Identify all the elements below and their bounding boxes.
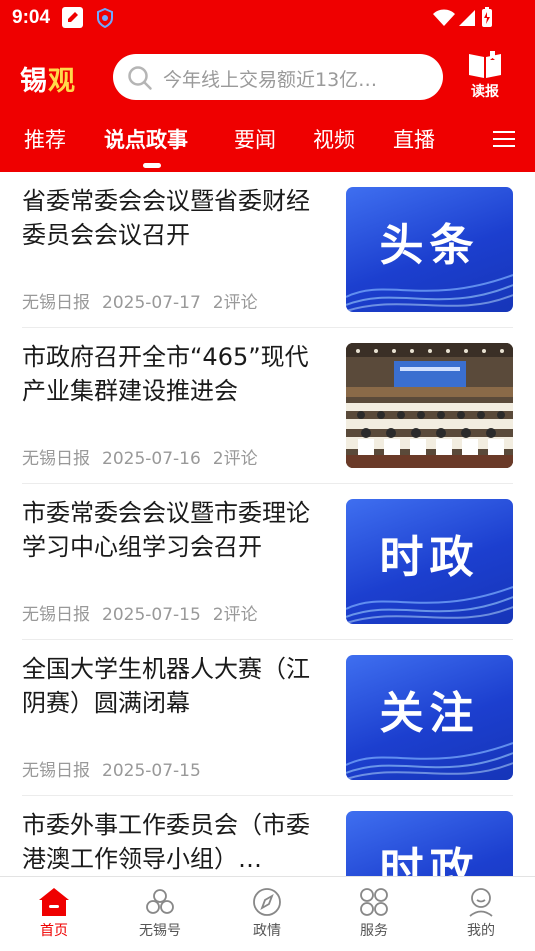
- services-grid-icon: [360, 888, 388, 916]
- status-time: 9:04: [12, 7, 51, 28]
- active-tab-indicator: [143, 163, 161, 168]
- channel-tabs: 推荐 说点政事 要闻 视频 直播: [0, 122, 535, 172]
- bottom-navigation: 首页 无锡号 政情 服务 我的: [0, 876, 535, 951]
- app-logo: 锡观: [20, 59, 76, 98]
- app-header: 9:04 锡观 今年线上交易额近13亿… 读报 推荐 说点政事 要闻 视频 直播: [0, 0, 535, 172]
- news-title[interactable]: 市委常委会会议暨市委理论学习中心组学习会召开: [22, 496, 327, 564]
- news-item[interactable]: 市委外事工作委员会（市委港澳工作领导小组）… 时政: [22, 796, 513, 876]
- meeting-photo-thumbnail[interactable]: [346, 343, 513, 468]
- status-bar: 9:04: [0, 0, 535, 36]
- news-title[interactable]: 全国大学生机器人大赛（江阴赛）圆满闭幕: [22, 652, 327, 720]
- news-meta: 无锡日报 2025-07-15 2评论: [22, 600, 270, 625]
- news-source: 无锡日报: [22, 605, 90, 625]
- news-item[interactable]: 全国大学生机器人大赛（江阴赛）圆满闭幕 无锡日报 2025-07-15 关注: [22, 640, 513, 796]
- meeting-photo: [346, 343, 513, 468]
- tab-live[interactable]: 直播: [393, 124, 435, 154]
- search-bar[interactable]: 今年线上交易额近13亿…: [113, 54, 443, 100]
- wave-decoration: [346, 274, 513, 312]
- news-date: 2025-07-15: [102, 605, 201, 625]
- nav-home-label: 首页: [40, 923, 68, 939]
- news-meta: 无锡日报 2025-07-16 2评论: [22, 444, 270, 469]
- news-thumbnail[interactable]: 时政: [346, 499, 513, 624]
- search-placeholder[interactable]: 今年线上交易额近13亿…: [163, 65, 427, 92]
- nav-politics[interactable]: 政情: [227, 887, 307, 940]
- nav-services[interactable]: 服务: [334, 887, 414, 940]
- compass-icon: [253, 888, 281, 916]
- tab-politics[interactable]: 说点政事: [104, 124, 188, 154]
- news-title[interactable]: 市委外事工作委员会（市委港澳工作领导小组）…: [22, 808, 327, 876]
- home-icon: [39, 888, 69, 916]
- wuxi-hao-icon: [146, 889, 174, 914]
- news-date: 2025-07-16: [102, 449, 201, 469]
- nav-wuxi-hao[interactable]: 无锡号: [120, 887, 200, 940]
- news-item[interactable]: 省委常委会会议暨省委财经委员会会议召开 无锡日报 2025-07-17 2评论 头条: [22, 172, 513, 328]
- logo-char-2: 观: [48, 66, 76, 97]
- channel-menu-icon[interactable]: [493, 129, 515, 149]
- tab-recommend[interactable]: 推荐: [24, 124, 66, 154]
- read-newspaper-label: 读报: [471, 84, 499, 100]
- news-list: 省委常委会会议暨省委财经委员会会议召开 无锡日报 2025-07-17 2评论 头条…: [0, 172, 535, 876]
- news-date: 2025-07-17: [102, 293, 201, 313]
- tab-video[interactable]: 视频: [313, 124, 355, 154]
- thumbnail-caption: 时政: [379, 844, 480, 876]
- logo-char-1: 锡: [20, 66, 48, 97]
- open-book-icon: [469, 51, 501, 78]
- shield-notification-icon: [97, 8, 113, 28]
- news-thumbnail[interactable]: 头条: [346, 187, 513, 312]
- nav-services-label: 服务: [360, 923, 388, 939]
- nav-home[interactable]: 首页: [14, 887, 94, 940]
- read-newspaper-button[interactable]: 读报: [462, 51, 508, 107]
- wave-decoration: [346, 742, 513, 780]
- news-thumbnail[interactable]: 时政: [346, 811, 513, 876]
- search-icon: [128, 66, 152, 90]
- news-meta: 无锡日报 2025-07-15: [22, 756, 213, 781]
- news-source: 无锡日报: [22, 293, 90, 313]
- news-title[interactable]: 省委常委会会议暨省委财经委员会会议召开: [22, 184, 327, 252]
- news-comments: 2评论: [212, 605, 258, 625]
- tab-headlines[interactable]: 要闻: [234, 124, 276, 154]
- nav-wuxi-hao-label: 无锡号: [139, 923, 181, 939]
- news-item[interactable]: 市政府召开全市“465”现代产业集群建设推进会 无锡日报 2025-07-16 2评…: [22, 328, 513, 484]
- news-item[interactable]: 市委常委会会议暨市委理论学习中心组学习会召开 无锡日报 2025-07-15 2评论…: [22, 484, 513, 640]
- news-date: 2025-07-15: [102, 761, 201, 781]
- note-notification-icon: [62, 7, 83, 28]
- wifi-signal-battery-icons: [433, 7, 492, 27]
- nav-profile-label: 我的: [467, 923, 495, 939]
- news-comments: 2评论: [212, 449, 258, 469]
- news-title[interactable]: 市政府召开全市“465”现代产业集群建设推进会: [22, 340, 327, 408]
- nav-profile[interactable]: 我的: [441, 887, 521, 940]
- news-source: 无锡日报: [22, 449, 90, 469]
- wave-decoration: [346, 586, 513, 624]
- profile-icon: [469, 888, 493, 917]
- news-meta: 无锡日报 2025-07-17 2评论: [22, 288, 270, 313]
- news-comments: 2评论: [212, 293, 258, 313]
- nav-politics-label: 政情: [253, 923, 281, 939]
- news-source: 无锡日报: [22, 761, 90, 781]
- news-thumbnail[interactable]: 关注: [346, 655, 513, 780]
